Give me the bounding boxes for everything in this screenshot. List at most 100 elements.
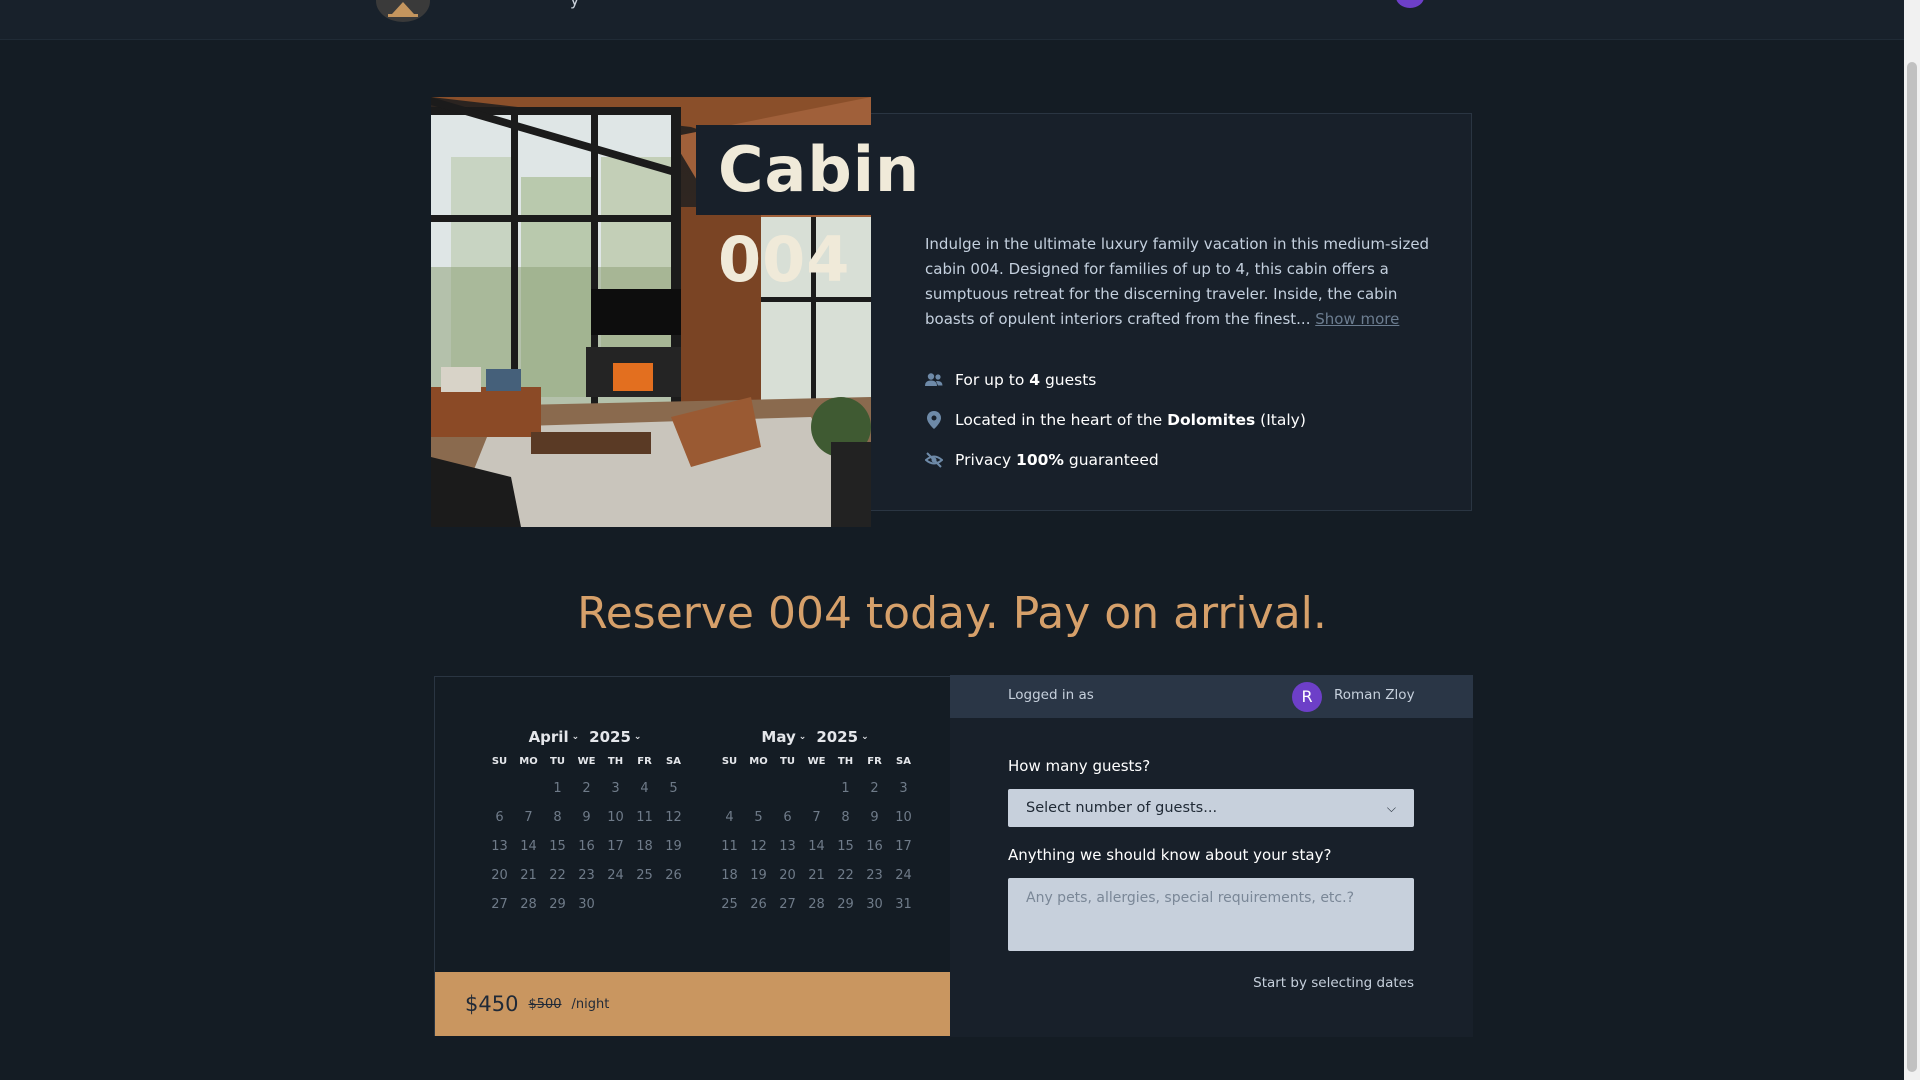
calendar-day[interactable]: 14 [802, 832, 831, 861]
calendar-day[interactable]: 20 [773, 861, 802, 890]
calendar-day[interactable]: 3 [889, 774, 918, 803]
calendar-day[interactable]: 4 [630, 774, 659, 803]
calendar-day[interactable]: 17 [601, 832, 630, 861]
weekday-header: SU [491, 756, 508, 767]
feature-text: Privacy [955, 451, 1017, 469]
calendar-day[interactable]: 23 [572, 861, 601, 890]
year-label: 2025 [589, 728, 631, 746]
weekday-header: FR [867, 756, 882, 767]
calendar-day[interactable]: 5 [659, 774, 688, 803]
year-select[interactable]: 2025 ⌄ [589, 725, 641, 749]
calendar-day[interactable]: 22 [831, 861, 860, 890]
month-select[interactable]: April ⌄ [529, 725, 580, 749]
calendar-day[interactable]: 6 [773, 803, 802, 832]
calendar-day[interactable]: 21 [802, 861, 831, 890]
calendar-day[interactable]: 25 [715, 890, 744, 919]
empty-day [485, 774, 514, 803]
calendar-day[interactable]: 14 [514, 832, 543, 861]
calendar-day[interactable]: 13 [485, 832, 514, 861]
calendar-day[interactable]: 1 [543, 774, 572, 803]
scrollbar-thumb[interactable] [1907, 62, 1917, 1072]
calendar-day[interactable]: 27 [485, 890, 514, 919]
weekday-header: MO [519, 756, 538, 767]
month-select[interactable]: May ⌄ [761, 725, 806, 749]
nav-text[interactable]: y [570, 0, 579, 9]
calendar-day[interactable]: 24 [889, 861, 918, 890]
calendar-day[interactable]: 21 [514, 861, 543, 890]
calendar-day[interactable]: 11 [630, 803, 659, 832]
calendar-day[interactable]: 22 [543, 861, 572, 890]
calendar-day[interactable]: 8 [543, 803, 572, 832]
calendar-day[interactable]: 19 [744, 861, 773, 890]
price-unit: /night [571, 996, 610, 1012]
guests-label: How many guests? [1008, 757, 1151, 775]
calendar-day[interactable]: 7 [802, 803, 831, 832]
calendar-day[interactable]: 3 [601, 774, 630, 803]
calendar-day[interactable]: 18 [715, 861, 744, 890]
calendar-day[interactable]: 9 [860, 803, 889, 832]
calendar-day[interactable]: 30 [572, 890, 601, 919]
stay-notes-textarea[interactable] [1008, 878, 1414, 951]
month-header: May ⌄ 2025 ⌄ [715, 725, 915, 749]
calendar-day[interactable]: 23 [860, 861, 889, 890]
reserve-heading: Reserve 004 today. Pay on arrival. [577, 588, 1327, 639]
calendar-day[interactable]: 16 [860, 832, 889, 861]
calendar-day[interactable]: 2 [860, 774, 889, 803]
stay-label: Anything we should know about your stay? [1008, 846, 1332, 864]
calendar-day[interactable]: 19 [659, 832, 688, 861]
calendar-day[interactable]: 10 [601, 803, 630, 832]
calendar-day[interactable]: 7 [514, 803, 543, 832]
calendar-day[interactable]: 29 [831, 890, 860, 919]
calendar-day[interactable]: 6 [485, 803, 514, 832]
calendar-day[interactable]: 13 [773, 832, 802, 861]
calendar-day[interactable]: 12 [744, 832, 773, 861]
calendar-day[interactable]: 2 [572, 774, 601, 803]
guests-select[interactable]: Select number of guests... ⌵ [1008, 789, 1414, 827]
chevron-down-icon: ⌄ [798, 732, 807, 742]
calendar-day[interactable]: 8 [831, 803, 860, 832]
calendar-day[interactable]: 17 [889, 832, 918, 861]
feature-location: Located in the heart of the Dolomites (I… [925, 411, 1306, 429]
calendar-day[interactable]: 30 [860, 890, 889, 919]
calendar-day[interactable]: 11 [715, 832, 744, 861]
calendar-day[interactable]: 18 [630, 832, 659, 861]
calendar-day[interactable]: 25 [630, 861, 659, 890]
weekday-header: TH [837, 756, 854, 767]
calendar-day[interactable]: 31 [889, 890, 918, 919]
calendar-day[interactable]: 24 [601, 861, 630, 890]
scrollbar[interactable] [1904, 0, 1920, 1080]
calendar-month-may: May ⌄ 2025 ⌄ SU MO TU WE TH FR SA 1 2 3 4 5 6 7 8 9 10 11 12… [715, 725, 915, 919]
calendar-day[interactable]: 10 [889, 803, 918, 832]
nav-avatar[interactable] [1396, 0, 1424, 8]
calendar-day[interactable]: 15 [831, 832, 860, 861]
feature-text: For up to [955, 371, 1030, 389]
calendar-day[interactable]: 16 [572, 832, 601, 861]
chevron-down-icon: ⌵ [1386, 800, 1396, 815]
price-original: $500 [528, 996, 562, 1012]
year-select[interactable]: 2025 ⌄ [816, 725, 868, 749]
empty-day [514, 774, 543, 803]
calendar-day[interactable]: 28 [514, 890, 543, 919]
empty-day [744, 774, 773, 803]
calendar-day[interactable]: 9 [572, 803, 601, 832]
reservation-form: Logged in as R Roman Zloy How many guest… [950, 675, 1473, 1037]
calendar-day[interactable]: 29 [543, 890, 572, 919]
calendar-day[interactable]: 20 [485, 861, 514, 890]
calendar-day[interactable]: 12 [659, 803, 688, 832]
calendar-day[interactable]: 15 [543, 832, 572, 861]
weekday-header: SA [666, 756, 681, 767]
feature-guests: For up to 4 guests [925, 371, 1096, 389]
calendar-day[interactable]: 26 [744, 890, 773, 919]
calendar-day[interactable]: 28 [802, 890, 831, 919]
calendar-day[interactable]: 26 [659, 861, 688, 890]
logged-in-label: Logged in as [1008, 687, 1094, 703]
feature-text: Located in the heart of the [955, 411, 1168, 429]
calendar-day[interactable]: 5 [744, 803, 773, 832]
calendar-day[interactable]: 1 [831, 774, 860, 803]
show-more-link[interactable]: Show more [1315, 310, 1399, 328]
logo-icon[interactable] [376, 0, 430, 22]
calendar-day[interactable]: 27 [773, 890, 802, 919]
calendar-day[interactable]: 4 [715, 803, 744, 832]
weekday-header: FR [637, 756, 652, 767]
users-icon [925, 371, 943, 389]
